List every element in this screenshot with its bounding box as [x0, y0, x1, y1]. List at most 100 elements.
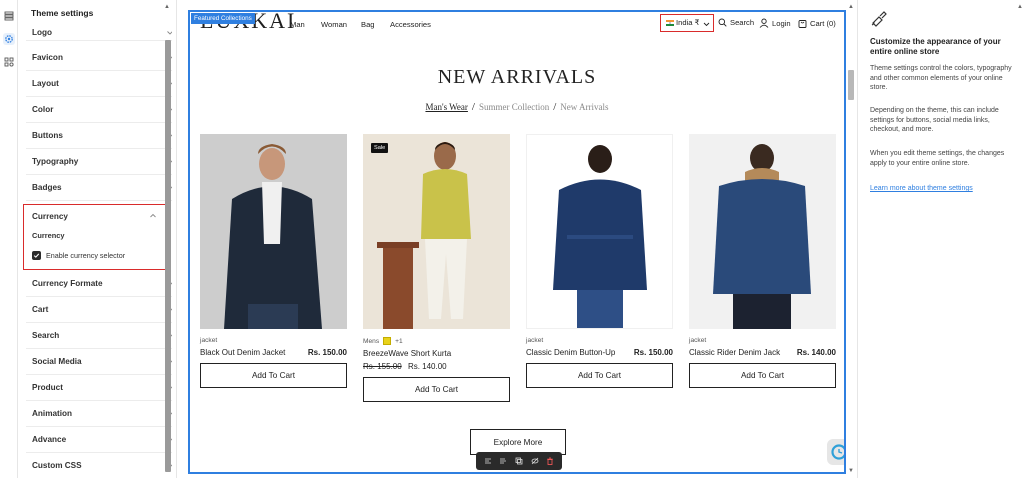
section-label: Logo — [32, 28, 53, 37]
section-layout[interactable]: Layout — [26, 71, 172, 97]
hide-icon[interactable] — [531, 457, 539, 465]
more-swatches[interactable]: +1 — [395, 338, 403, 345]
scroll-up-arrow[interactable]: ▲ — [164, 4, 170, 10]
product-meta: jacket — [689, 337, 836, 344]
enable-currency-checkbox[interactable] — [32, 251, 41, 260]
info-paragraph: When you edit theme settings, the change… — [870, 150, 1005, 167]
delete-icon[interactable] — [546, 457, 554, 465]
canvas-scroll-down[interactable]: ▼ — [848, 468, 854, 474]
section-animation[interactable]: Animation — [26, 401, 172, 427]
section-label: Currency Formate — [32, 279, 103, 288]
product-card[interactable]: jacket Classic Rider Denim Jack Rs. 140.… — [689, 134, 836, 388]
section-label: Currency — [32, 212, 68, 221]
product-category: jacket — [689, 337, 707, 344]
chevron-up-icon[interactable] — [149, 212, 157, 220]
product-name[interactable]: Black Out Denim Jacket — [200, 348, 285, 357]
add-to-cart-button[interactable]: Add To Cart — [363, 377, 510, 402]
product-category: jacket — [526, 337, 544, 344]
product-name[interactable]: Classic Rider Denim Jack — [689, 348, 780, 357]
product-image[interactable] — [200, 134, 347, 329]
panel-scroll-up[interactable]: ▲ — [1017, 4, 1023, 10]
product-price: Rs. 150.00 — [307, 348, 347, 357]
color-swatch[interactable] — [383, 337, 392, 345]
section-tag[interactable]: Featured Collections — [191, 13, 255, 24]
section-buttons[interactable]: Buttons — [26, 123, 172, 149]
align-icon[interactable] — [499, 457, 507, 465]
product-image[interactable] — [526, 134, 673, 329]
section-label: Social Media — [32, 357, 82, 366]
section-label: Badges — [32, 183, 62, 192]
product-image[interactable]: Sale — [363, 134, 510, 329]
breadcrumb-current[interactable]: Man's Wear — [425, 102, 467, 112]
section-custom-css[interactable]: Custom CSS — [26, 453, 172, 478]
search-link[interactable]: Search — [718, 18, 754, 27]
canvas-scroll-up[interactable]: ▲ — [848, 4, 854, 10]
product-price: Rs. 140.00 — [796, 348, 836, 357]
login-link[interactable]: Login — [759, 18, 791, 28]
add-to-cart-button[interactable]: Add To Cart — [689, 363, 836, 388]
product-meta: Mens +1 — [363, 337, 510, 345]
section-typography[interactable]: Typography — [26, 149, 172, 175]
locale-label: India ₹ — [676, 18, 700, 27]
section-cart[interactable]: Cart — [26, 297, 172, 323]
nav-woman[interactable]: Woman — [321, 20, 347, 29]
section-logo[interactable]: Logo — [26, 23, 172, 41]
section-product[interactable]: Product — [26, 375, 172, 401]
product-card[interactable]: jacket Classic Denim Button-Up Rs. 150.0… — [526, 134, 673, 388]
duplicate-icon[interactable] — [515, 457, 523, 465]
canvas-scrollbar[interactable] — [848, 70, 854, 100]
gear-icon[interactable] — [3, 33, 15, 45]
product-photo — [363, 134, 510, 329]
checkbox-label: Enable currency selector — [46, 251, 126, 260]
product-name[interactable]: BreezeWave Short Kurta — [363, 349, 451, 358]
section-advance[interactable]: Advance — [26, 427, 172, 453]
info-title: Customize the appearance of your entire … — [870, 37, 1001, 56]
section-label: Favicon — [32, 53, 63, 62]
section-favicon[interactable]: Favicon — [26, 45, 172, 71]
add-to-cart-button[interactable]: Add To Cart — [526, 363, 673, 388]
layers-icon[interactable] — [3, 10, 15, 22]
currency-sublabel: Currency — [32, 231, 65, 240]
nav-man[interactable]: Man — [290, 20, 305, 29]
product-price: Rs. 140.00 — [407, 362, 447, 371]
product-info-row: Classic Rider Denim Jack Rs. 140.00 — [689, 348, 836, 357]
section-search[interactable]: Search — [26, 323, 172, 349]
section-label: Cart — [32, 305, 49, 314]
section-currency[interactable]: Currency Currency Enable currency select… — [23, 204, 167, 270]
section-badges[interactable]: Badges — [26, 175, 172, 201]
add-to-cart-button[interactable]: Add To Cart — [200, 363, 347, 388]
cart-link[interactable]: Cart (0) — [798, 18, 836, 28]
product-photo — [200, 134, 347, 329]
section-color[interactable]: Color — [26, 97, 172, 123]
product-card[interactable]: Sale Mens +1 BreezeWave Short Kurta Rs. … — [363, 134, 510, 402]
breadcrumb-item[interactable]: New Arrivals — [560, 102, 608, 112]
product-name[interactable]: Classic Denim Button-Up — [526, 348, 615, 357]
section-label: Typography — [32, 157, 79, 166]
sale-badge: Sale — [371, 143, 389, 153]
locale-selector[interactable]: India ₹ — [660, 14, 714, 32]
nav-bag[interactable]: Bag — [361, 20, 375, 29]
search-icon — [718, 18, 727, 27]
section-currency-formate[interactable]: Currency Formate — [26, 271, 172, 297]
chat-widget-button[interactable] — [827, 439, 844, 465]
product-meta: jacket — [526, 337, 673, 344]
info-panel: Customize the appearance of your entire … — [857, 0, 1024, 478]
product-price-row: Rs. 155.00 Rs. 140.00 — [363, 362, 510, 371]
breadcrumb-item[interactable]: Summer Collection — [479, 102, 549, 112]
section-social-media[interactable]: Social Media — [26, 349, 172, 375]
product-card[interactable]: jacket Black Out Denim Jacket Rs. 150.00… — [200, 134, 347, 388]
user-icon — [759, 18, 769, 28]
section-label: Layout — [32, 79, 59, 88]
apps-icon[interactable] — [3, 56, 15, 68]
chevron-down-icon — [167, 31, 172, 35]
settings-scrollbar[interactable] — [165, 40, 171, 472]
move-icon[interactable] — [484, 457, 492, 465]
learn-more-link[interactable]: Learn more about theme settings — [870, 185, 973, 192]
search-label: Search — [730, 18, 755, 27]
info-paragraph: Depending on the theme, this can include… — [870, 107, 999, 133]
store-preview: LUXKAI Featured Collections Man Woman Ba… — [188, 10, 846, 474]
product-image[interactable] — [689, 134, 836, 329]
section-label: Buttons — [32, 131, 63, 140]
section-label: Advance — [32, 435, 67, 444]
nav-accessories[interactable]: Accessories — [390, 20, 431, 29]
